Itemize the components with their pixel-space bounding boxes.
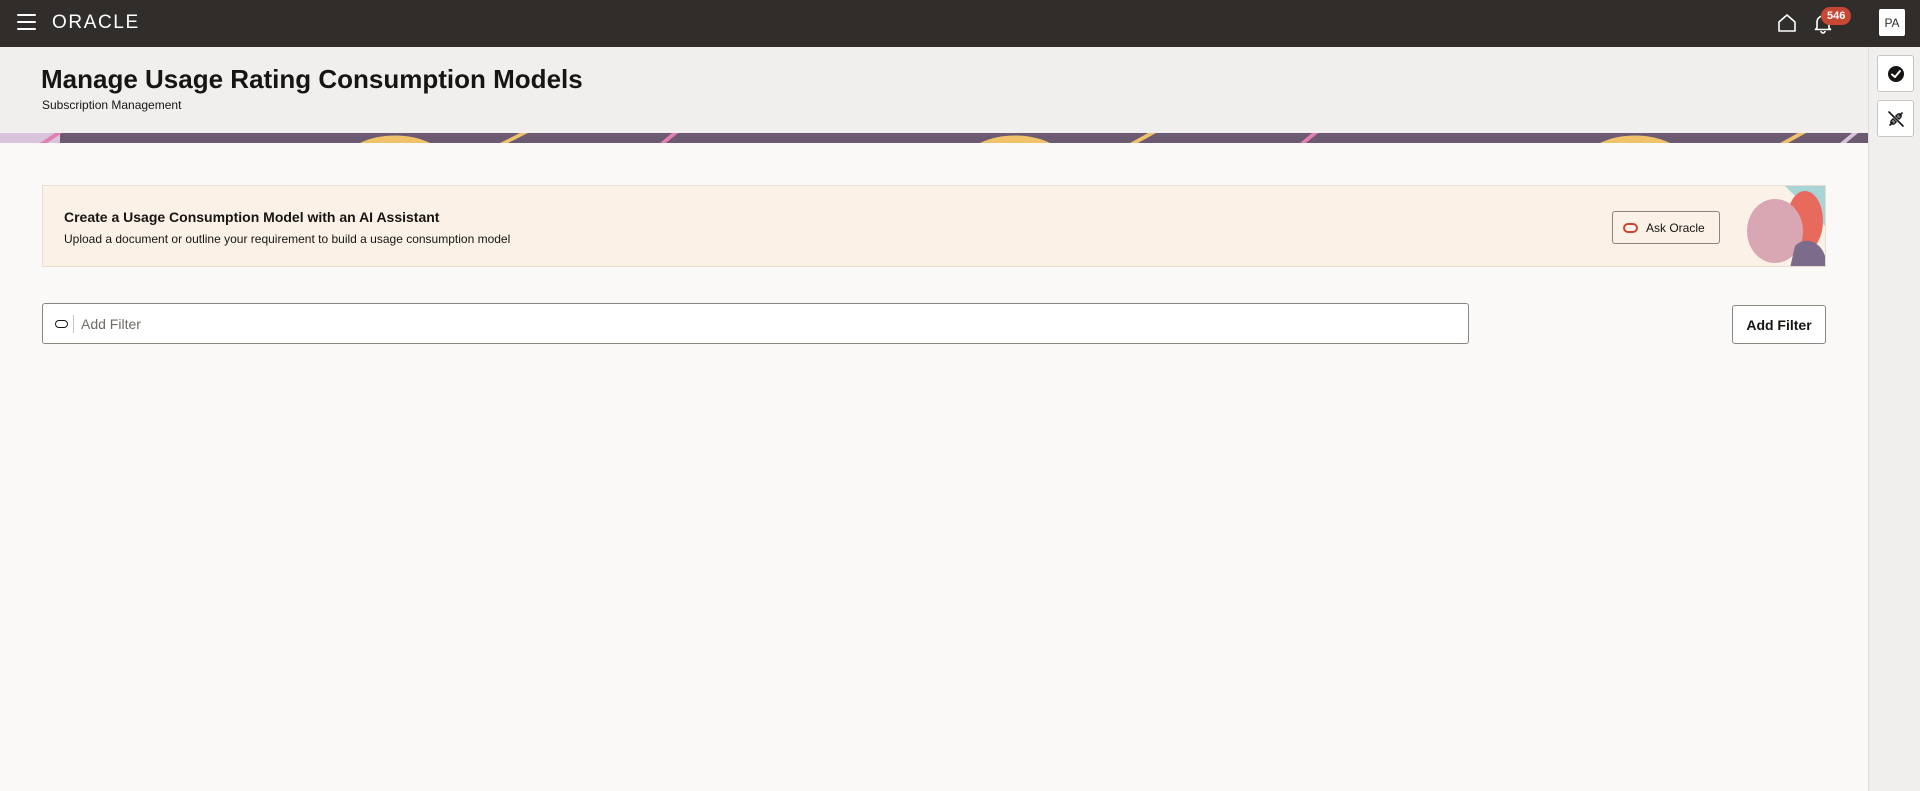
ask-oracle-button[interactable]: Ask Oracle: [1612, 211, 1720, 244]
notification-badge: 546: [1821, 7, 1852, 25]
decorative-banner: [0, 133, 1868, 143]
checkmark-circle-icon: [1887, 65, 1904, 82]
page-title: Manage Usage Rating Consumption Models: [41, 64, 583, 94]
home-icon[interactable]: [1776, 12, 1798, 34]
global-header: ORACLE 546 PA: [0, 0, 1920, 47]
ai-assistant-card: Create a Usage Consumption Model with an…: [42, 185, 1826, 267]
filter-bar[interactable]: [42, 303, 1469, 344]
page-subtitle: Subscription Management: [42, 98, 182, 112]
oracle-o-icon: [1623, 222, 1638, 233]
ai-card-title: Create a Usage Consumption Model with an…: [64, 209, 440, 225]
page-header: Manage Usage Rating Consumption Models S…: [0, 47, 1868, 133]
right-rail: [1868, 47, 1920, 791]
rail-button-tasks[interactable]: [1877, 55, 1914, 92]
oracle-o-icon: [55, 319, 68, 328]
ask-oracle-label: Ask Oracle: [1646, 220, 1705, 235]
menu-icon[interactable]: [17, 14, 36, 30]
connection-off-icon: [1887, 110, 1904, 127]
filter-input[interactable]: [79, 314, 1459, 333]
filter-separator: [73, 314, 74, 333]
add-filter-button[interactable]: Add Filter: [1732, 305, 1826, 344]
rail-button-connections[interactable]: [1877, 100, 1914, 137]
decorative-illustration: [1747, 186, 1825, 266]
user-avatar[interactable]: PA: [1879, 9, 1905, 36]
ai-card-description: Upload a document or outline your requir…: [64, 232, 511, 246]
main-content: Create a Usage Consumption Model with an…: [0, 143, 1868, 791]
oracle-logo[interactable]: ORACLE: [52, 13, 140, 33]
